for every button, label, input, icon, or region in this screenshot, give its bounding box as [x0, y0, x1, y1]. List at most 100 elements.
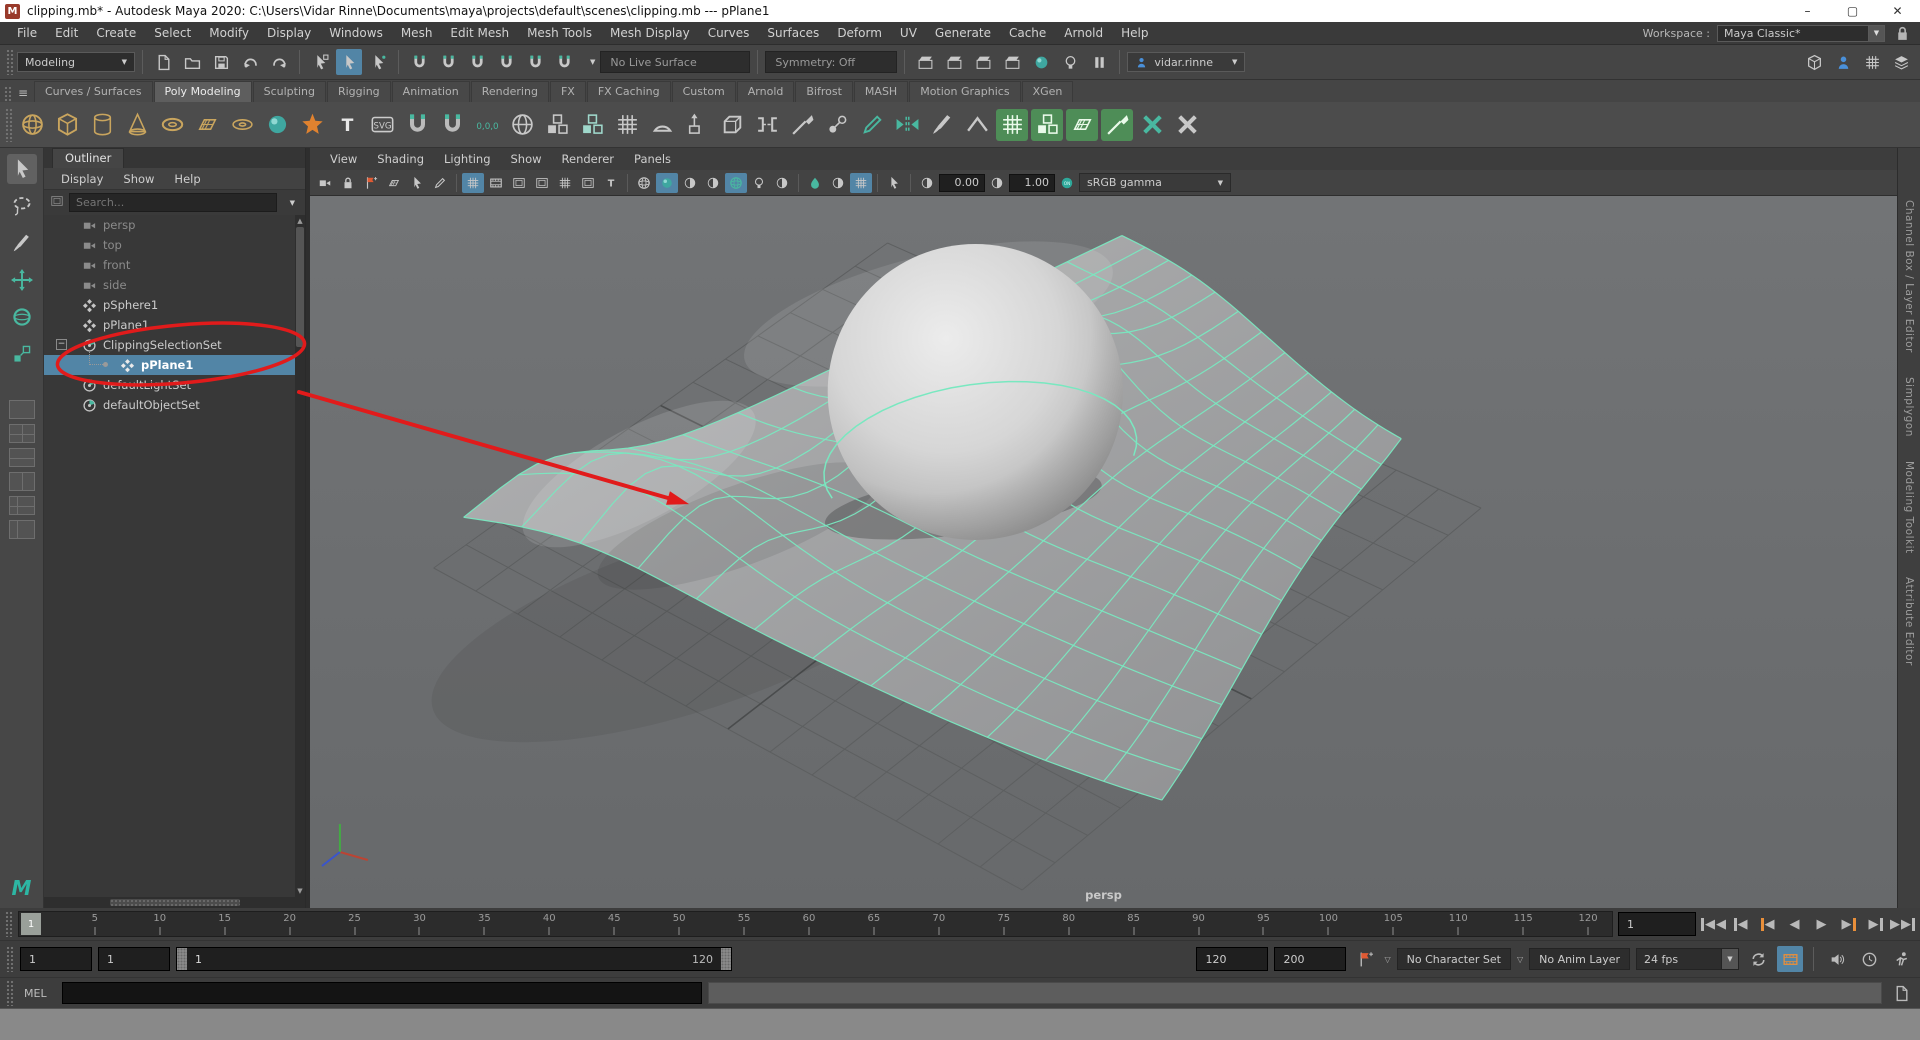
- rotate-tool-icon[interactable]: [7, 302, 37, 332]
- audio-icon[interactable]: [1824, 946, 1850, 972]
- quad-draw-shelf-icon[interactable]: [856, 109, 888, 141]
- step-back-key-button[interactable]: ◀: [1755, 912, 1780, 936]
- layout-outliner-persp-button[interactable]: [9, 520, 35, 539]
- render-current-frame-icon[interactable]: [941, 49, 967, 75]
- snap-to-curves-icon[interactable]: [435, 49, 461, 75]
- character-set-field[interactable]: No Character Set: [1397, 948, 1511, 970]
- outliner-item-pPlane1[interactable]: pPlane1: [44, 315, 305, 335]
- playback-sync-icon[interactable]: [1856, 946, 1882, 972]
- workspace-select[interactable]: Maya Classic*: [1717, 25, 1869, 42]
- render-settings-icon[interactable]: [1028, 49, 1054, 75]
- shelf-tab-rendering[interactable]: Rendering: [471, 81, 549, 102]
- viewport-menu-shading[interactable]: Shading: [367, 152, 434, 166]
- status-separator[interactable]: [757, 50, 758, 74]
- save-scene-icon[interactable]: [208, 49, 234, 75]
- separate-shelf-icon[interactable]: [576, 109, 608, 141]
- outliner-tab[interactable]: Outliner: [52, 148, 124, 168]
- script-editor-icon[interactable]: [1888, 980, 1914, 1006]
- menu-curves[interactable]: Curves: [699, 22, 759, 44]
- view-transform-select[interactable]: sRGB gamma▼: [1079, 173, 1231, 192]
- layer-editor-toggle-icon[interactable]: [1888, 49, 1914, 75]
- anti-aliasing-icon[interactable]: [850, 173, 872, 193]
- fill-hole-shelf-icon[interactable]: [611, 109, 643, 141]
- construction-plane-shelf-icon[interactable]: [401, 109, 433, 141]
- combine-shelf-icon[interactable]: [541, 109, 573, 141]
- origin-zero-shelf-icon[interactable]: 0,0,0: [471, 109, 503, 141]
- shelf-tab-xgen[interactable]: XGen: [1022, 81, 1074, 102]
- textured-display-icon[interactable]: [679, 173, 701, 193]
- shelf-icons-drag-handle[interactable]: [5, 108, 13, 142]
- shelf-tab-fx-caching[interactable]: FX Caching: [587, 81, 671, 102]
- shelf-tab-bifrost[interactable]: Bifrost: [795, 81, 853, 102]
- color-management-toggle-icon[interactable]: ON: [1056, 173, 1078, 193]
- anim-layer-caret-icon[interactable]: ▽: [1517, 955, 1523, 964]
- safe-title-icon[interactable]: T: [600, 173, 622, 193]
- mel-command-input[interactable]: [62, 982, 702, 1004]
- workspace-caret-icon[interactable]: ▼: [1869, 25, 1885, 42]
- light-editor-icon[interactable]: [1057, 49, 1083, 75]
- extrude-shelf-icon[interactable]: [681, 109, 713, 141]
- image-plane-icon[interactable]: [383, 173, 405, 193]
- fps-select[interactable]: 24 fps: [1636, 948, 1722, 970]
- screen-space-ao-icon[interactable]: [804, 173, 826, 193]
- make-object-live-icon[interactable]: [551, 49, 577, 75]
- ipr-render-icon[interactable]: [970, 49, 996, 75]
- bookmark-view-icon[interactable]: [360, 173, 382, 193]
- shelf-tab-poly-modeling[interactable]: Poly Modeling: [154, 81, 252, 102]
- scroll-up-icon[interactable]: ▲: [297, 215, 302, 227]
- poly-disc-shelf-icon[interactable]: [226, 109, 258, 141]
- outliner-menu-help[interactable]: Help: [165, 172, 209, 186]
- shelf-tab-arnold[interactable]: Arnold: [737, 81, 795, 102]
- playback-end-field[interactable]: 120: [1196, 947, 1268, 971]
- outliner-item-ClippingSelectionSet[interactable]: −ClippingSelectionSet: [44, 335, 305, 355]
- poly-sphere-shelf-icon[interactable]: [16, 109, 48, 141]
- outliner-horizontal-scrollbar[interactable]: [44, 897, 305, 908]
- scale-tool-icon[interactable]: [7, 339, 37, 369]
- poly-torus-shelf-icon[interactable]: [156, 109, 188, 141]
- account-caret-icon[interactable]: ▼: [1224, 58, 1237, 66]
- step-back-frame-button[interactable]: ◀: [1728, 912, 1753, 936]
- range-start-handle[interactable]: [177, 948, 187, 970]
- snap-overflow-caret-icon[interactable]: ▼: [582, 58, 595, 66]
- menu-deform[interactable]: Deform: [828, 22, 891, 44]
- time-slider-drag-handle[interactable]: [5, 911, 13, 937]
- pause-viewport-icon[interactable]: [1086, 49, 1112, 75]
- rail-tab-modeling-toolkit[interactable]: Modeling Toolkit: [1903, 461, 1915, 554]
- type-tool-shelf-icon[interactable]: T: [331, 109, 363, 141]
- wireframe-on-shaded-icon[interactable]: [725, 173, 747, 193]
- minimize-button[interactable]: –: [1785, 0, 1830, 22]
- contrast-toggle-icon[interactable]: [986, 173, 1008, 193]
- outliner-vertical-scrollbar[interactable]: ▲ ▼: [295, 215, 305, 897]
- select-by-object-icon[interactable]: [336, 49, 362, 75]
- play-forwards-button[interactable]: ▶: [1809, 912, 1834, 936]
- channel-box-toggle-icon[interactable]: [1859, 49, 1885, 75]
- menu-display[interactable]: Display: [258, 22, 320, 44]
- select-tool-icon[interactable]: [7, 154, 37, 184]
- animation-preferences-icon[interactable]: [1888, 946, 1914, 972]
- shelf-tab-mash[interactable]: MASH: [854, 81, 908, 102]
- outliner-item-defaultObjectSet[interactable]: defaultObjectSet: [44, 395, 305, 415]
- character-controls-toggle-icon[interactable]: [1830, 49, 1856, 75]
- status-separator[interactable]: [299, 50, 300, 74]
- crease-tool-shelf-icon[interactable]: [961, 109, 993, 141]
- menu-set-caret-icon[interactable]: ▼: [114, 58, 127, 66]
- animation-end-field[interactable]: 200: [1274, 947, 1346, 971]
- shelf-tab-fx[interactable]: FX: [550, 81, 586, 102]
- snap-to-points-icon[interactable]: [464, 49, 490, 75]
- snap-to-projected-center-icon[interactable]: [493, 49, 519, 75]
- poly-plane-shelf-icon[interactable]: [191, 109, 223, 141]
- status-group-handle[interactable]: [6, 49, 14, 75]
- bevel-shelf-icon[interactable]: [716, 109, 748, 141]
- menu-select[interactable]: Select: [145, 22, 200, 44]
- symmetrize-shelf-icon[interactable]: [1136, 109, 1168, 141]
- paint-selection-tool-icon[interactable]: [7, 228, 37, 258]
- layout-four-pane-button[interactable]: [9, 424, 35, 443]
- close-button[interactable]: ✕: [1875, 0, 1920, 22]
- film-gate-icon[interactable]: [485, 173, 507, 193]
- isolate-select-icon[interactable]: [883, 173, 905, 193]
- shelf-tab-rigging[interactable]: Rigging: [327, 81, 391, 102]
- menu-uv[interactable]: UV: [891, 22, 926, 44]
- menu-mesh-display[interactable]: Mesh Display: [601, 22, 699, 44]
- viewport-menu-view[interactable]: View: [320, 152, 367, 166]
- layout-two-side-by-side-button[interactable]: [9, 472, 35, 491]
